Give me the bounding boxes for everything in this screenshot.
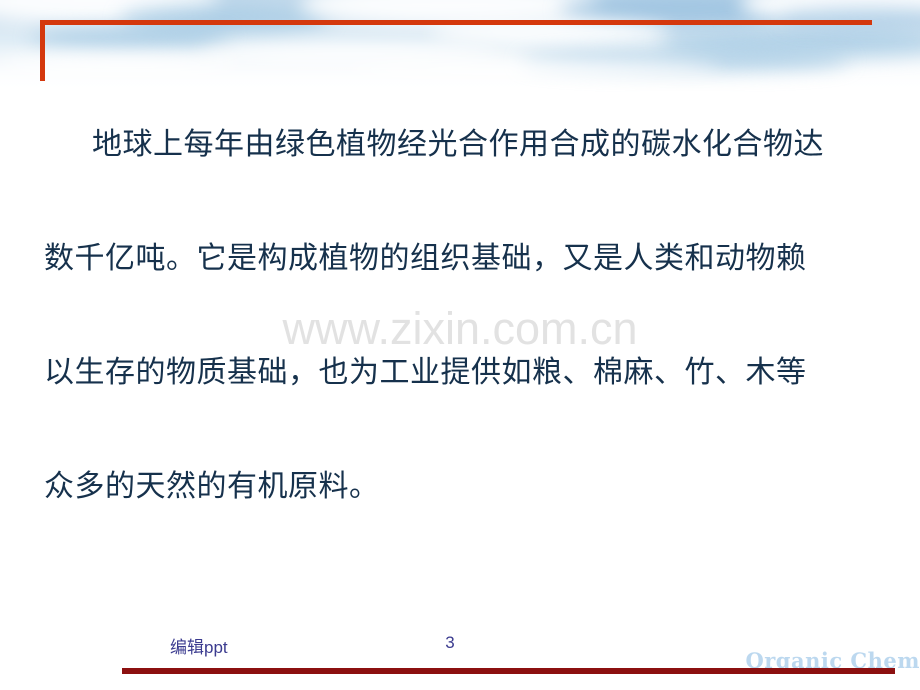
accent-bracket-top bbox=[40, 20, 872, 25]
footer-divider-rule bbox=[122, 668, 895, 674]
site-watermark: www.zixin.com.cn bbox=[282, 303, 638, 354]
page-number: 3 bbox=[445, 633, 455, 652]
body-line: 众多的天然的有机原料。 bbox=[44, 469, 380, 504]
slide-canvas: 地球上每年由绿色植物经光合作用合成的碳水化合物达 数千亿吨。它是构成植物的组织基… bbox=[0, 0, 920, 690]
body-line: 以生存的物质基础，也为工业提供如粮、棉麻、竹、木等 bbox=[44, 355, 807, 390]
footer-editor-label: 编辑ppt bbox=[170, 638, 228, 657]
body-line: 地球上每年由绿色植物经光合作用合成的碳水化合物达 bbox=[92, 127, 824, 162]
cloud-shape bbox=[30, 26, 230, 48]
body-line: 数千亿吨。它是构成植物的组织基础，又是人类和动物赖 bbox=[44, 241, 807, 276]
